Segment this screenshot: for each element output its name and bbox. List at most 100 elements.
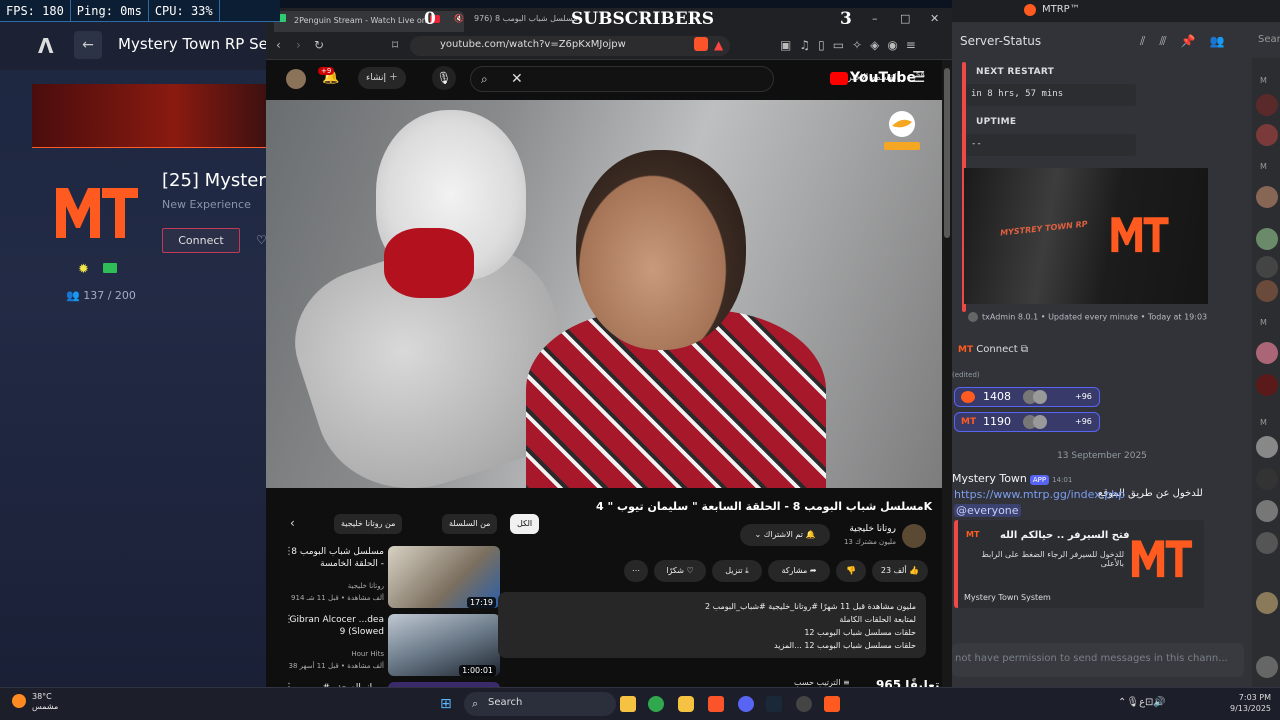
- desc-line[interactable]: حلقات مسلسل شباب البومب 12 ...المزيد: [508, 639, 916, 652]
- related-title[interactable]: Gibran Alcocer ...dea 9 (Slowed: [288, 614, 384, 638]
- search-input[interactable]: Sear: [1258, 34, 1280, 45]
- chat-icon[interactable]: [678, 696, 694, 712]
- weather-status: مشمس: [32, 702, 59, 711]
- avatar[interactable]: [1256, 532, 1278, 554]
- author-name[interactable]: Mystery Town: [952, 472, 1027, 485]
- mute-icon[interactable]: 🔇: [454, 14, 464, 23]
- avatar[interactable]: [1256, 256, 1278, 278]
- brave-icon[interactable]: [708, 696, 724, 712]
- launcher-icon[interactable]: [824, 696, 840, 712]
- avatar[interactable]: [1256, 280, 1278, 302]
- chip-prev-icon[interactable]: ‹: [290, 516, 295, 530]
- related-views: 914 ألف مشاهدة • قبل 11 شـ: [291, 594, 384, 602]
- maximize-button[interactable]: □: [900, 12, 910, 25]
- download-button[interactable]: تنزيل ⤓: [712, 560, 762, 582]
- close-button[interactable]: ✕: [930, 12, 939, 25]
- menu-icon[interactable]: ☰: [912, 68, 925, 86]
- avatar[interactable]: [1256, 656, 1278, 678]
- related-video[interactable]: ⋮ Gibran Alcocer ...dea 9 (Slowed Hour H…: [284, 614, 500, 680]
- minimize-button[interactable]: –: [872, 12, 878, 25]
- more-actions-button[interactable]: ⋯: [624, 560, 648, 582]
- thanks-button[interactable]: شكرًا ♡: [654, 560, 706, 582]
- back-button[interactable]: ←: [74, 31, 102, 59]
- launcher-title: Mystery Town RP Seas: [118, 35, 285, 53]
- avatar[interactable]: [1256, 342, 1278, 364]
- channel-avatar[interactable]: [902, 524, 926, 548]
- scrollbar-thumb[interactable]: [944, 68, 950, 238]
- connect-button[interactable]: Connect: [162, 228, 240, 253]
- server-icon: [1024, 4, 1036, 16]
- desc-line: 2 مليون مشاهدة قبل 11 شهرًا #روتانا_خليج…: [704, 602, 916, 611]
- dislike-button[interactable]: 👎: [836, 560, 866, 582]
- system-tray[interactable]: ⌃🎙ع⊡🔊: [1118, 697, 1166, 708]
- like-button[interactable]: 23 ألف 👍: [872, 560, 928, 582]
- start-icon[interactable]: ⊞: [440, 696, 452, 712]
- subscribed-button[interactable]: ⌄ تم الاشتراك 🔔: [740, 524, 830, 546]
- avatar[interactable]: [1256, 374, 1278, 396]
- server-banner: [32, 84, 270, 148]
- related-video[interactable]: ⋮ مسلسل شباب البومب 8 - الحلقة الخامسة ر…: [284, 546, 500, 612]
- url-input[interactable]: youtube.com/watch?v=Z6pKxMJojpw: [410, 36, 730, 56]
- avatar[interactable]: [1256, 468, 1278, 490]
- chrome-icon[interactable]: [648, 696, 664, 712]
- video-description[interactable]: 2 مليون مشاهدة قبل 11 شهرًا #روتانا_خليج…: [498, 592, 926, 658]
- create-button[interactable]: إنشاء ＋: [358, 67, 406, 89]
- back-arrow-icon[interactable]: ‹: [276, 38, 281, 52]
- message-author[interactable]: Mystery Town APP 14:01: [952, 472, 1072, 485]
- chip-all[interactable]: الكل: [510, 514, 540, 534]
- search-box[interactable]: ⌕ ✕ القسمه الاخيره: [470, 66, 899, 92]
- header-icons[interactable]: ⫽⫻📌👥: [1140, 34, 1238, 49]
- avatar[interactable]: [1256, 228, 1278, 250]
- app-badge: APP: [1029, 475, 1050, 485]
- brave-shield-icon[interactable]: [694, 37, 708, 51]
- mention-everyone[interactable]: @everyone: [954, 504, 1021, 517]
- user-avatar[interactable]: [286, 69, 306, 89]
- discord-icon[interactable]: [738, 696, 754, 712]
- notification-badge: +9: [318, 67, 335, 75]
- related-title[interactable]: مسلسل شباب البومب 8 - الحلقة الخامسة: [288, 546, 384, 570]
- avatar[interactable]: [1256, 592, 1278, 614]
- reaction-count[interactable]: 1408 +96: [954, 387, 1100, 407]
- embed-title: فتح السيرفر .. حيالكم الله: [1000, 530, 1130, 541]
- avatar[interactable]: [1256, 124, 1278, 146]
- file-explorer-icon[interactable]: [620, 696, 636, 712]
- avatar[interactable]: [1256, 186, 1278, 208]
- ping-readout: Ping: 0ms: [71, 0, 149, 21]
- message-link[interactable]: https://www.mtrp.gg/index.php: [954, 488, 1125, 501]
- avatar[interactable]: [1256, 94, 1278, 116]
- tab-title-2[interactable]: مسلسل شباب البومب 8 (976: [474, 14, 577, 23]
- cpu-readout: CPU: 33%: [149, 0, 220, 21]
- avatar[interactable]: [1256, 500, 1278, 522]
- reaction-count[interactable]: MT 1190 +96: [954, 412, 1100, 432]
- taskbar-search[interactable]: Search: [464, 692, 616, 716]
- share-button[interactable]: مشاركة ➦: [768, 560, 830, 582]
- bookmark-icon[interactable]: ⌑: [392, 38, 398, 52]
- message-input[interactable]: not have permission to send messages in …: [952, 643, 1244, 677]
- clear-icon[interactable]: ✕: [511, 71, 523, 87]
- txadmin-icon: [968, 312, 978, 322]
- forward-arrow-icon[interactable]: ›: [296, 38, 301, 52]
- sort-button[interactable]: الترتيب حسب ≡: [794, 678, 850, 687]
- chip-channel[interactable]: من روتانا خليجية: [334, 514, 403, 534]
- discord-connect-button[interactable]: MT Connect ⧉: [958, 344, 1040, 362]
- sort-label: الترتيب حسب: [794, 678, 841, 687]
- video-frame-red-cloth: [384, 228, 474, 298]
- avatar[interactable]: [1256, 436, 1278, 458]
- steam-icon[interactable]: [766, 696, 782, 712]
- settings-icon[interactable]: [796, 696, 812, 712]
- reload-icon[interactable]: ↻: [314, 38, 324, 52]
- rewards-icon[interactable]: ▲: [714, 38, 723, 52]
- embed-footer: txAdmin 8.0.1 • Updated every minute • T…: [968, 312, 1207, 322]
- search-icon[interactable]: ⌕: [472, 697, 478, 711]
- clock[interactable]: 7:03 PM 9/13/2025: [1230, 692, 1271, 714]
- youtube-logo[interactable]: YouTubeSA: [830, 70, 925, 86]
- chip-series[interactable]: من السلسلة: [442, 514, 498, 534]
- extensions-icons[interactable]: ▣♫▯▭✧◈◉≡: [780, 38, 924, 52]
- video-player[interactable]: [266, 100, 942, 488]
- temperature: 38°C: [32, 692, 52, 701]
- mt-mini-icon: MT: [958, 345, 974, 355]
- uptime-label: UPTIME: [976, 117, 1017, 127]
- mic-icon[interactable]: 🎙: [432, 66, 456, 90]
- subscribed-label: تم الاشتراك: [763, 530, 803, 539]
- search-icon[interactable]: ⌕: [481, 72, 488, 87]
